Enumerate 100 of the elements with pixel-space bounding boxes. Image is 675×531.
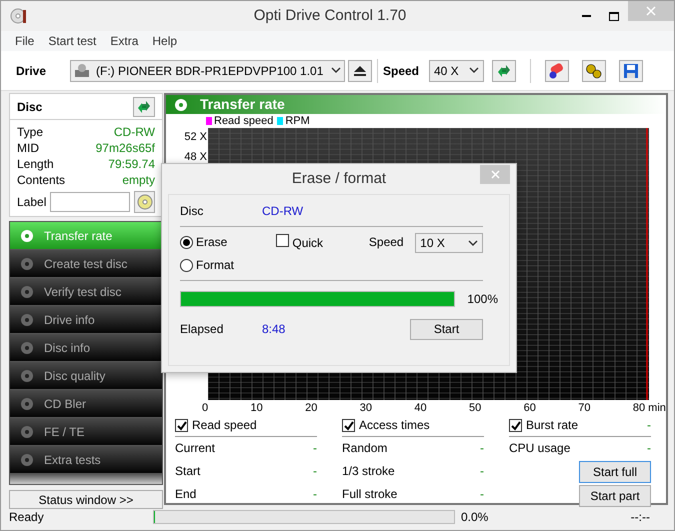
radio-button[interactable] <box>180 236 193 248</box>
x-axis-label: 60 <box>524 401 536 414</box>
x-axis-label: 40 <box>414 401 427 414</box>
stat-value: - <box>313 463 317 480</box>
x-axis-label: 0 <box>202 401 208 414</box>
window-title: Opti Drive Control 1.70 <box>252 6 408 26</box>
status-time: --:-- <box>630 508 650 526</box>
stat-label: Full stroke <box>342 486 398 503</box>
settings-button[interactable] <box>582 60 606 82</box>
label-input[interactable] <box>50 192 130 212</box>
checkbox-label: Access times <box>359 417 430 434</box>
field-value: CD-RW <box>114 124 155 140</box>
nav-item[interactable]: FE / TE <box>10 418 162 446</box>
checkbox[interactable] <box>175 419 188 432</box>
disc-icon <box>20 452 34 466</box>
disc-icon <box>20 424 34 438</box>
field-value: 79:59.74 <box>108 156 155 172</box>
stat-label: Random <box>342 440 388 457</box>
disc-icon <box>136 194 153 210</box>
field-label: MID <box>17 140 39 156</box>
radio-label: Erase <box>196 234 228 251</box>
status-window-button[interactable]: Status window >> <box>9 490 163 509</box>
disc-icon <box>20 228 34 242</box>
chevron-down-icon <box>331 67 341 74</box>
disc-icon <box>20 340 34 354</box>
chevron-down-icon <box>469 67 479 74</box>
checkmark-icon <box>510 420 520 430</box>
checkmark-icon <box>344 420 354 430</box>
stat-value: - <box>313 486 317 503</box>
disc-title: Disc <box>17 98 42 116</box>
speed-label: Speed <box>383 62 420 80</box>
legend-label: Read speed <box>214 114 274 129</box>
elapsed-time: 8:48 <box>262 321 286 338</box>
start-button[interactable]: Start <box>410 318 483 340</box>
close-icon <box>490 170 500 179</box>
start-button[interactable]: Start full <box>579 461 651 483</box>
save-button[interactable] <box>619 60 643 82</box>
app-icon <box>10 7 28 25</box>
field-value: empty <box>122 172 155 188</box>
nav-item[interactable]: Disc quality <box>10 362 162 390</box>
x-axis-label: 20 <box>305 401 318 414</box>
checkbox-label: Quick <box>292 235 324 252</box>
disc-icon <box>20 256 34 270</box>
label-label: Label <box>17 194 46 211</box>
refresh-arrows-icon <box>496 62 512 78</box>
menu-item[interactable]: Extra <box>110 32 138 50</box>
save-icon <box>623 62 639 78</box>
status-text: Ready <box>9 508 45 526</box>
field-label: Contents <box>17 172 66 188</box>
legend-label: RPM <box>285 114 310 129</box>
checkbox[interactable] <box>276 234 290 247</box>
panel-title: Transfer rate <box>200 95 285 114</box>
stat-value: - <box>480 463 484 480</box>
nav-item[interactable]: Create test disc <box>10 250 162 278</box>
field-label: Length <box>17 156 54 172</box>
nav-item[interactable]: Disc info <box>10 334 162 362</box>
menu-item[interactable]: Start test <box>48 32 96 50</box>
dialog-title: Erase / format <box>292 168 386 189</box>
disc-type: CD-RW <box>262 202 304 220</box>
menu-item[interactable]: File <box>15 32 34 50</box>
y-axis-label: 48 X <box>184 150 207 164</box>
y-axis-label: 52 X <box>184 130 207 145</box>
nav-item[interactable]: Drive info <box>10 306 162 334</box>
erase-button[interactable] <box>545 60 569 82</box>
checkbox[interactable] <box>342 419 355 432</box>
drive-icon <box>74 62 90 78</box>
eject-button[interactable] <box>348 60 372 82</box>
nav-item[interactable]: Verify test disc <box>10 278 162 306</box>
stat-label: CPU usage <box>509 440 570 457</box>
checkbox-label: Burst rate <box>526 417 578 434</box>
menu-item[interactable]: Help <box>152 32 178 50</box>
x-axis-label: 80 min <box>632 401 666 414</box>
x-axis-label: 70 <box>578 401 590 414</box>
stat-value: - <box>647 417 651 434</box>
checkbox[interactable] <box>509 419 522 432</box>
refresh-button[interactable] <box>133 96 155 116</box>
chevron-down-icon <box>468 240 478 246</box>
disc-icon <box>174 98 188 112</box>
radio-button[interactable] <box>180 258 193 272</box>
stat-value: - <box>313 440 317 457</box>
progress-percent: 100% <box>467 291 498 308</box>
nav-item[interactable]: Extra tests <box>10 446 162 474</box>
nav-item[interactable]: CD Bler <box>10 390 162 418</box>
disc-icon <box>20 312 34 326</box>
stat-label: Current <box>175 440 216 457</box>
speed-label: Speed <box>368 234 405 251</box>
disc-button[interactable] <box>134 191 155 213</box>
status-percent: 0.0% <box>461 508 490 526</box>
start-button[interactable]: Start part <box>579 485 651 507</box>
x-axis-label: 30 <box>360 401 372 414</box>
stat-value: - <box>647 440 651 457</box>
drive-dropdown[interactable]: (F:) PIONEER BDR-PR1EPDVPP100 1.01 <box>70 60 345 82</box>
x-axis-label: 10 <box>250 401 263 414</box>
eraser-icon <box>548 62 566 78</box>
speed-dropdown[interactable]: 40 X <box>429 60 484 82</box>
refresh-button[interactable] <box>492 60 516 82</box>
stat-label: 1/3 stroke <box>342 463 395 480</box>
stat-label: End <box>175 486 196 503</box>
speed-dropdown[interactable]: 10 X <box>415 233 483 253</box>
elapsed-label: Elapsed <box>180 321 224 338</box>
